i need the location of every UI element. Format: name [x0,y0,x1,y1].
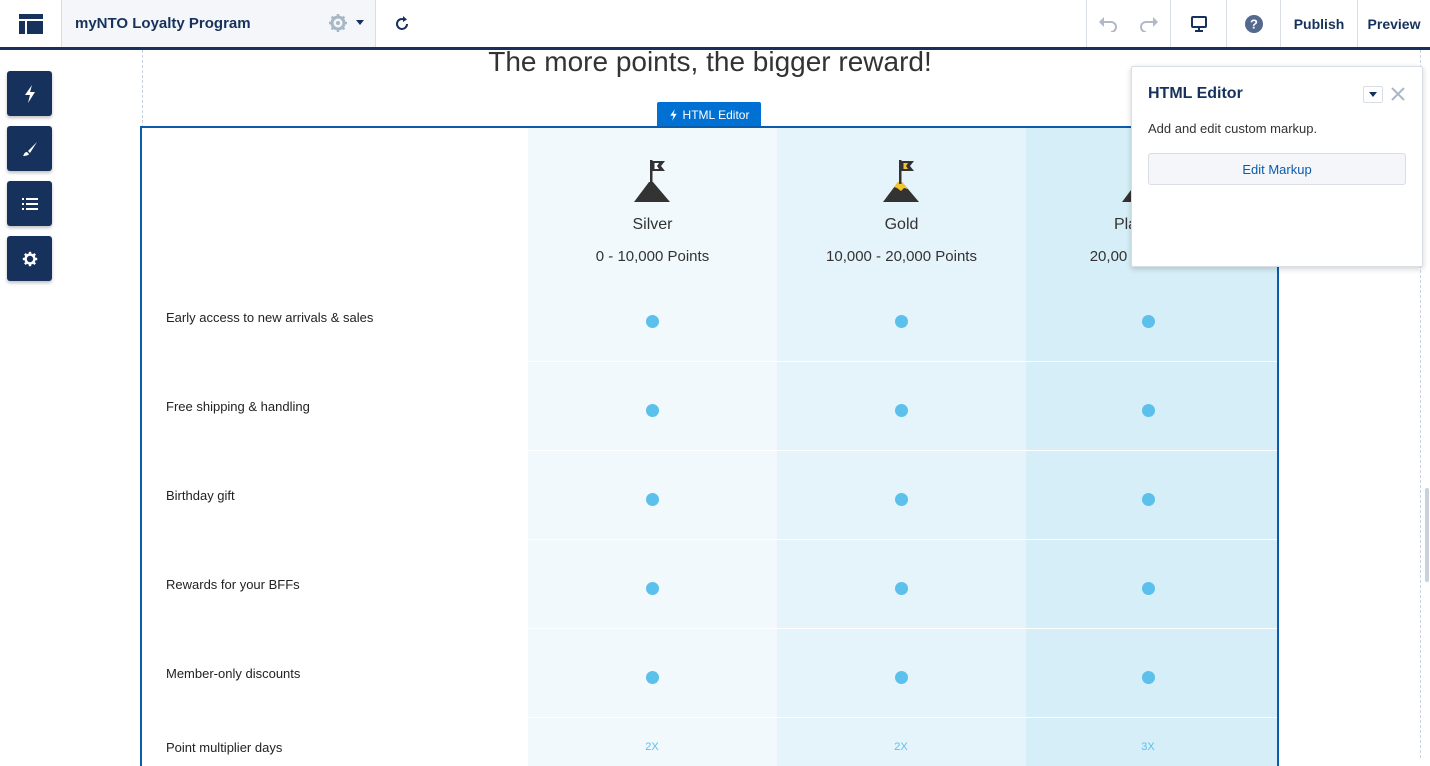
theme-button[interactable] [7,126,52,171]
desktop-icon [1190,15,1207,32]
benefit-included-dot [895,404,908,417]
chevron-down-icon[interactable] [356,20,364,25]
help-button[interactable]: ? [1226,0,1280,47]
benefit-label: Early access to new arrivals & sales [166,310,374,325]
loyalty-tier-table[interactable]: Silver 0 - 10,000 Points Gold 10,000 - 2… [140,126,1279,766]
benefit-included-dot [895,671,908,684]
multiplier-value: 2X [645,741,659,753]
builder-toolbar: myNTO Loyalty Program ? Publish Preview [0,0,1430,50]
panel-menu-button[interactable] [1363,86,1383,103]
page-headline[interactable]: The more points, the bigger reward! [142,46,1278,78]
undo-button[interactable] [1086,0,1128,47]
benefit-label: Rewards for your BFFs [166,577,300,592]
benefit-included-dot [646,404,659,417]
preview-button[interactable]: Preview [1357,0,1430,47]
benefit-label: Member-only discounts [166,666,301,681]
help-icon: ? [1244,14,1263,33]
chevron-down-icon [1369,92,1377,97]
redo-icon [1140,16,1158,32]
component-label[interactable]: HTML Editor [657,102,761,127]
benefit-included-dot [646,493,659,506]
row-divider [528,450,1277,451]
undo-icon [1098,16,1117,32]
benefit-included-dot [646,582,659,595]
row-divider [528,361,1277,362]
edit-markup-button[interactable]: Edit Markup [1148,153,1406,185]
refresh-button[interactable] [376,0,428,47]
components-button[interactable] [7,71,52,116]
site-name: myNTO Loyalty Program [75,15,251,32]
benefit-label: Point multiplier days [166,740,283,755]
row-divider [528,539,1277,540]
lightning-icon [24,84,35,103]
benefit-included-dot [1142,582,1155,595]
benefit-label: Free shipping & handling [166,399,310,414]
multiplier-value: 2X [894,741,908,753]
publish-button[interactable]: Publish [1280,0,1357,47]
benefit-included-dot [1142,671,1155,684]
benefit-included-dot [895,582,908,595]
mountain-flag-icon [634,160,670,202]
tier-name: Silver [632,216,673,233]
tier-name: Gold [884,216,919,233]
row-divider [528,717,1277,718]
settings-button[interactable] [7,236,52,281]
html-editor-panel: HTML Editor Add and edit custom markup. … [1131,66,1423,267]
mountain-flag-icon [883,160,919,202]
benefit-included-dot [646,671,659,684]
refresh-icon [396,15,408,30]
multiplier-value: 3X [1141,741,1155,753]
benefit-included-dot [1142,404,1155,417]
settings-gear-icon[interactable] [328,13,348,33]
benefit-included-dot [895,315,908,328]
panel-title: HTML Editor [1148,85,1243,102]
gear-icon [22,251,37,266]
pages-button[interactable] [7,181,52,226]
site-title-area: myNTO Loyalty Program [62,0,376,47]
component-label-text: HTML Editor [682,107,750,122]
benefit-label: Birthday gift [166,488,235,503]
benefit-included-dot [646,315,659,328]
layout-icon [18,13,43,34]
brush-icon [22,141,37,156]
app-menu-button[interactable] [0,0,62,47]
list-icon [21,197,38,210]
benefit-included-dot [1142,315,1155,328]
row-divider [528,628,1277,629]
panel-description: Add and edit custom markup. [1148,121,1318,136]
scrollbar-thumb[interactable] [1425,488,1429,582]
benefit-included-dot [1142,493,1155,506]
svg-text:?: ? [1250,16,1258,31]
close-icon[interactable] [1388,84,1408,104]
redo-button[interactable] [1128,0,1170,47]
device-preview-button[interactable] [1170,0,1226,47]
tier-range: 0 - 10,000 Points [595,248,710,265]
lightning-icon [669,108,677,121]
benefit-included-dot [895,493,908,506]
